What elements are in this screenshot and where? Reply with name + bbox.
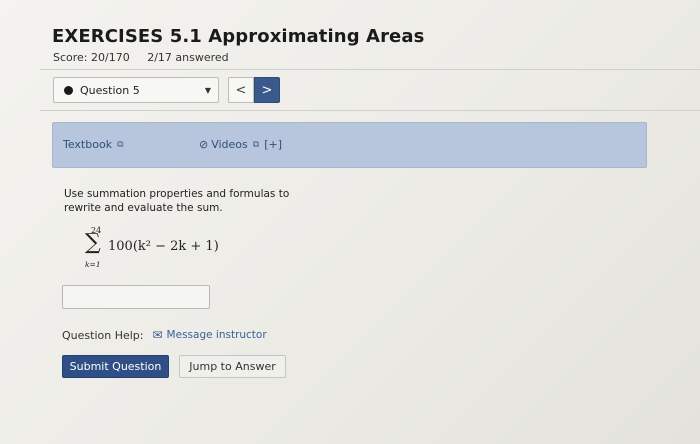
submit-question-button[interactable]: Submit Question — [62, 355, 169, 378]
jump-to-answer-button[interactable]: Jump to Answer — [179, 355, 286, 378]
external-link-icon: ⧉ — [252, 139, 260, 150]
mail-icon: ✉ — [152, 328, 163, 342]
page-title: EXERCISES 5.1 Approximating Areas — [52, 26, 425, 47]
resources-bar: Textbook ⧉ ⊘ Videos ⧉ [+] — [52, 122, 647, 168]
previous-question-button[interactable]: < — [228, 77, 254, 103]
question-select-label: Question 5 — [80, 83, 140, 97]
textbook-label: Textbook — [63, 138, 113, 151]
sum-expression: 100(k² − 2k + 1) — [108, 239, 219, 254]
summation-formula: 24 ∑ k=1 100(k² − 2k + 1) — [82, 226, 282, 274]
textbook-link[interactable]: Textbook ⧉ — [63, 138, 124, 151]
answer-input[interactable] — [62, 285, 210, 309]
question-select[interactable]: Question 5 ▼ — [53, 77, 219, 103]
external-link-icon: ⧉ — [117, 139, 124, 150]
status-dot-icon — [64, 85, 73, 95]
header-divider — [40, 69, 700, 70]
chevron-down-icon: ▼ — [204, 86, 211, 95]
videos-label: Videos — [211, 138, 248, 151]
answered-count: 2/17 answered — [147, 51, 229, 64]
score-text: Score: 20/170 — [53, 51, 130, 64]
videos-link[interactable]: ⊘ Videos ⧉ [+] — [199, 138, 282, 151]
page: EXERCISES 5.1 Approximating Areas Score:… — [0, 0, 700, 444]
paperclip-icon: ⊘ — [199, 138, 209, 151]
sigma-symbol: ∑ — [85, 230, 101, 255]
score-line: Score: 20/170 2/17 answered — [53, 51, 243, 64]
videos-expand-toggle[interactable]: [+] — [264, 138, 282, 151]
question-help: Question Help: ✉ Message instructor — [62, 328, 267, 342]
next-question-button[interactable]: > — [254, 77, 280, 103]
question-prompt: Use summation properties and formulas to… — [64, 188, 290, 214]
sum-lower-limit: k=1 — [85, 260, 101, 269]
nav-divider — [40, 110, 700, 111]
question-help-label: Question Help: — [62, 328, 144, 342]
message-instructor-link[interactable]: Message instructor — [167, 329, 267, 341]
